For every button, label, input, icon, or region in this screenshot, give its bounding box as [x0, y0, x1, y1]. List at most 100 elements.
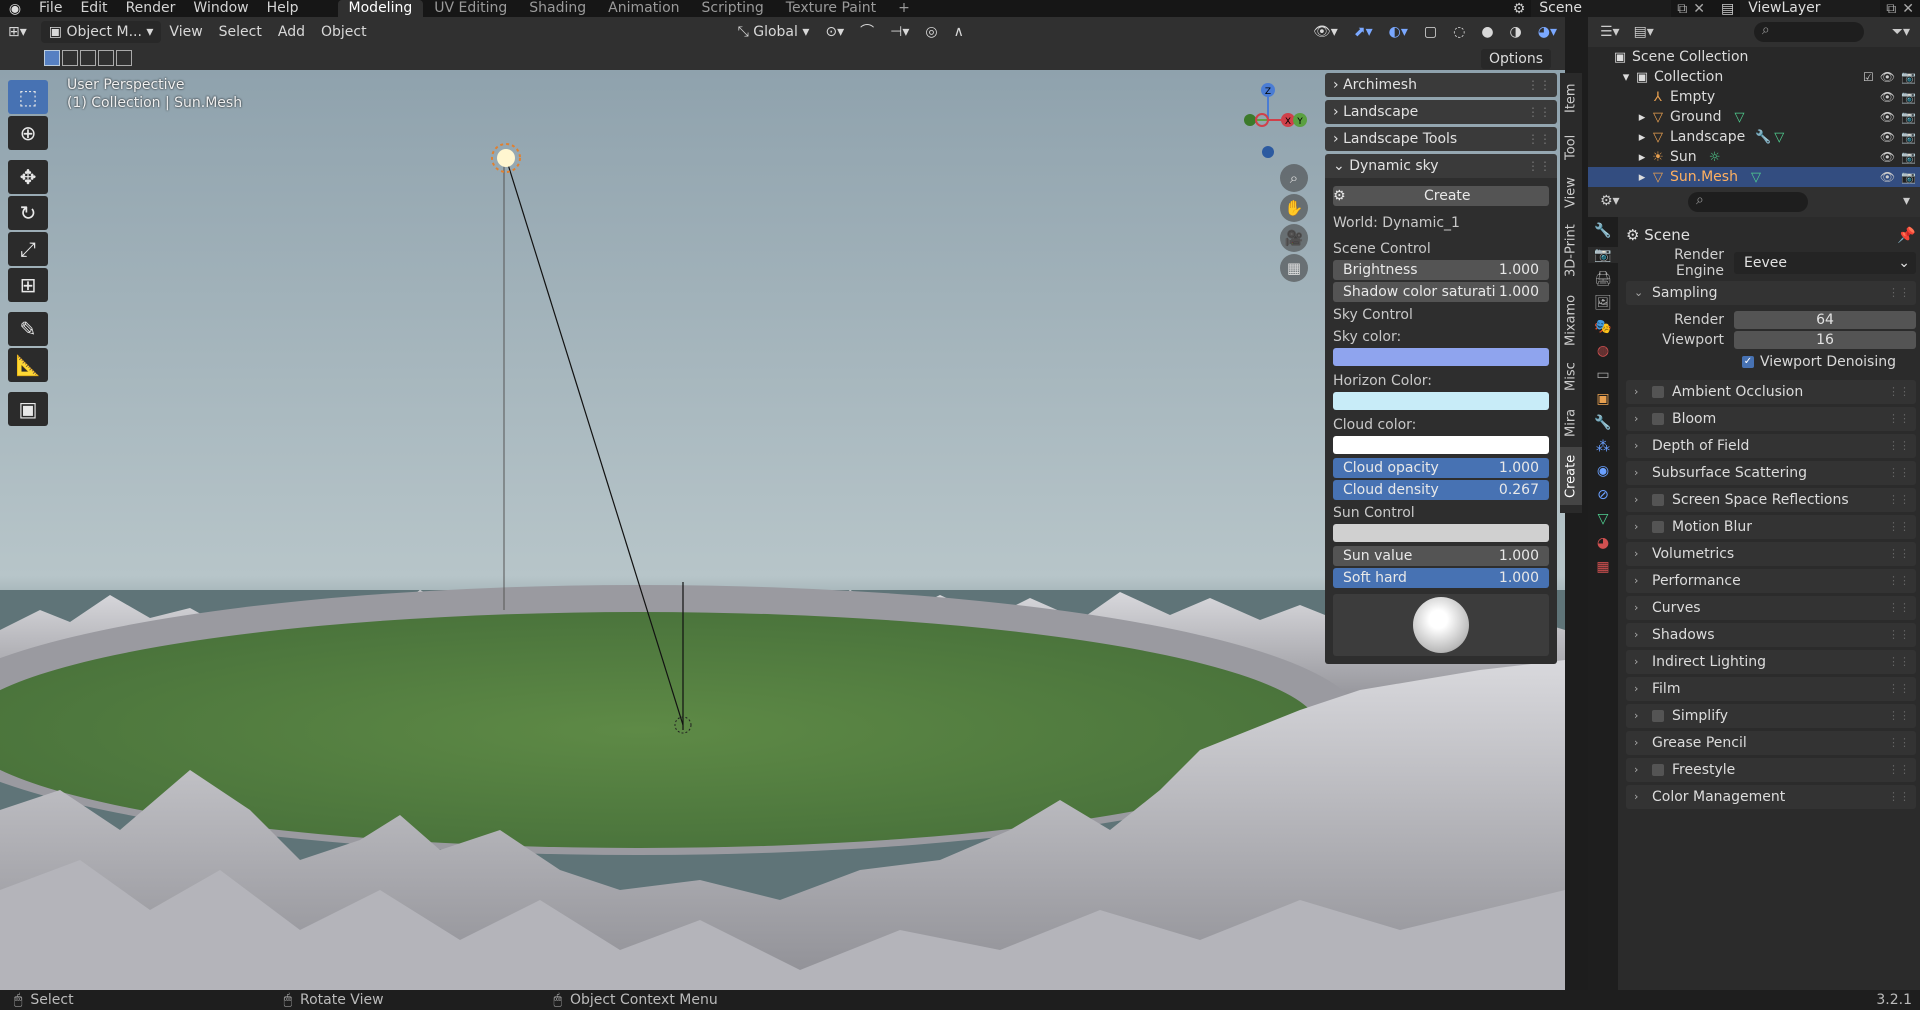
- move-tool-icon[interactable]: ✥: [8, 160, 48, 194]
- constraints-props-icon[interactable]: ⊘: [1597, 487, 1609, 503]
- tab-texture-paint[interactable]: Texture Paint: [775, 0, 887, 17]
- new-scene-icon[interactable]: ⧉: [1677, 1, 1687, 17]
- pivot-point-icon[interactable]: ⊙▾: [817, 17, 852, 47]
- menu-view[interactable]: View: [161, 17, 210, 47]
- tab-scripting[interactable]: Scripting: [691, 0, 775, 17]
- select-extend-icon[interactable]: [62, 50, 78, 66]
- shadow-saturation-slider[interactable]: Shadow color saturati 1.000: [1333, 282, 1549, 302]
- physics-props-icon[interactable]: ◉: [1597, 463, 1609, 479]
- blender-logo-icon[interactable]: ◉: [0, 0, 30, 17]
- properties-options-icon[interactable]: ▾: [1903, 193, 1910, 209]
- outliner-scene-collection[interactable]: ▣ Scene Collection: [1588, 47, 1920, 67]
- gizmo-neg-y[interactable]: [1244, 114, 1256, 126]
- eye-icon[interactable]: 👁: [1880, 90, 1895, 104]
- editor-type-icon[interactable]: ⊞▾: [0, 17, 35, 47]
- expand-arrow-icon[interactable]: ▾: [1618, 70, 1634, 85]
- xray-icon[interactable]: ▢: [1416, 17, 1445, 47]
- transform-orientation-dropdown[interactable]: ⤡ Global ▾: [730, 17, 818, 47]
- select-box-tool-icon[interactable]: ⬚: [8, 80, 48, 114]
- ortho-grid-icon[interactable]: ▦: [1280, 254, 1308, 282]
- world-props-icon[interactable]: ◍: [1597, 343, 1609, 359]
- cloud-density-slider[interactable]: Cloud density 0.267: [1333, 480, 1549, 500]
- scale-tool-icon[interactable]: ⤢: [8, 232, 48, 266]
- material-props-icon[interactable]: ◕: [1597, 535, 1609, 551]
- sun-color-swatch[interactable]: [1333, 524, 1549, 542]
- horizon-color-swatch[interactable]: [1333, 392, 1549, 410]
- section-ambient-occlusion[interactable]: › Ambient Occlusion ⋮⋮: [1626, 380, 1916, 404]
- shading-material-icon[interactable]: ◑: [1502, 17, 1530, 47]
- pan-hand-icon[interactable]: ✋: [1280, 194, 1308, 222]
- motion-blur-checkbox[interactable]: [1652, 521, 1664, 533]
- outliner-item-sun-mesh[interactable]: ▸ ▽ Sun.Mesh ▽ 👁 📷: [1588, 167, 1920, 187]
- camera-icon[interactable]: 📷: [1901, 70, 1916, 84]
- tool-props-icon[interactable]: 🔧: [1594, 223, 1611, 239]
- render-engine-dropdown[interactable]: Eevee ⌄: [1734, 252, 1916, 274]
- select-new-icon[interactable]: [44, 50, 60, 66]
- viewport-samples-field[interactable]: 16: [1734, 331, 1916, 349]
- gizmo-toggle-icon[interactable]: ⬈▾: [1346, 17, 1381, 47]
- scene-icon[interactable]: ⚙: [1513, 1, 1526, 17]
- camera-view-icon[interactable]: 🎥: [1280, 224, 1308, 252]
- outliner-item-empty[interactable]: ⅄ Empty 👁 📷: [1588, 87, 1920, 107]
- ssr-checkbox[interactable]: [1652, 494, 1664, 506]
- eye-icon[interactable]: 👁: [1880, 170, 1895, 184]
- snap-icon[interactable]: ⌒: [852, 17, 882, 47]
- delete-view-layer-icon[interactable]: ✕: [1902, 1, 1914, 17]
- tab-modeling[interactable]: Modeling: [337, 0, 424, 17]
- section-screen-space-reflections[interactable]: › Screen Space Reflections ⋮⋮: [1626, 488, 1916, 512]
- visibility-icon[interactable]: 👁▾: [1305, 17, 1346, 47]
- rotate-tool-icon[interactable]: ↻: [8, 196, 48, 230]
- tab-misc[interactable]: Misc: [1560, 355, 1582, 399]
- outliner-collection[interactable]: ▾ ▣ Collection ☑ 👁 📷: [1588, 67, 1920, 87]
- falloff-icon[interactable]: ∧: [946, 17, 972, 47]
- shading-wireframe-icon[interactable]: ◌: [1445, 17, 1473, 47]
- outliner-item-ground[interactable]: ▸ ▽ Ground ▽ 👁 📷: [1588, 107, 1920, 127]
- tab-uv-editing[interactable]: UV Editing: [423, 0, 518, 17]
- modifier-props-icon[interactable]: 🔧: [1594, 415, 1611, 431]
- shading-solid-icon[interactable]: ●: [1473, 17, 1501, 47]
- view-layer-icon[interactable]: ▤: [1721, 1, 1734, 17]
- sun-value-slider[interactable]: Sun value 1.000: [1333, 546, 1549, 566]
- render-samples-field[interactable]: 64: [1734, 311, 1916, 329]
- camera-icon[interactable]: 📷: [1901, 150, 1916, 164]
- render-props-icon[interactable]: 📷: [1588, 247, 1618, 263]
- eye-icon[interactable]: 👁: [1880, 130, 1895, 144]
- menu-add[interactable]: Add: [270, 17, 313, 47]
- menu-help[interactable]: Help: [258, 0, 308, 17]
- pin-icon[interactable]: 📌: [1897, 221, 1916, 249]
- cloud-color-swatch[interactable]: [1333, 436, 1549, 454]
- expand-arrow-icon[interactable]: ▸: [1634, 150, 1650, 165]
- add-workspace-button[interactable]: +: [887, 0, 921, 17]
- measure-tool-icon[interactable]: 📐: [8, 348, 48, 382]
- proportional-edit-icon[interactable]: ◎: [917, 17, 945, 47]
- tab-create[interactable]: Create: [1560, 447, 1582, 505]
- tab-view[interactable]: View: [1560, 171, 1582, 215]
- tab-shading[interactable]: Shading: [518, 0, 597, 17]
- section-color-management[interactable]: › Color Management ⋮⋮: [1626, 785, 1916, 809]
- tab-mixamo[interactable]: Mixamo: [1560, 287, 1582, 353]
- menu-select[interactable]: Select: [211, 17, 270, 47]
- viewport-denoising-checkbox[interactable]: ✓ Viewport Denoising: [1626, 350, 1916, 374]
- output-props-icon[interactable]: 🖨: [1594, 271, 1612, 287]
- camera-icon[interactable]: 📷: [1901, 110, 1916, 124]
- menu-edit[interactable]: Edit: [71, 0, 116, 17]
- annotate-tool-icon[interactable]: ✎: [8, 312, 48, 346]
- panel-archimesh[interactable]: › Archimesh ⋮⋮: [1325, 73, 1557, 97]
- properties-editor-icon[interactable]: ⚙▾: [1600, 193, 1620, 209]
- section-simplify[interactable]: › Simplify ⋮⋮: [1626, 704, 1916, 728]
- tab-animation[interactable]: Animation: [597, 0, 690, 17]
- options-dropdown[interactable]: Options: [1480, 49, 1551, 69]
- section-subsurface-scattering[interactable]: › Subsurface Scattering ⋮⋮: [1626, 461, 1916, 485]
- tab-tool[interactable]: Tool: [1560, 125, 1582, 169]
- section-grease-pencil[interactable]: › Grease Pencil ⋮⋮: [1626, 731, 1916, 755]
- properties-search-input[interactable]: ⌕: [1688, 192, 1808, 212]
- menu-object[interactable]: Object: [313, 17, 375, 47]
- soft-hard-slider[interactable]: Soft hard 1.000: [1333, 568, 1549, 588]
- section-film[interactable]: › Film ⋮⋮: [1626, 677, 1916, 701]
- display-mode-icon[interactable]: ▤▾: [1634, 24, 1654, 40]
- eye-icon[interactable]: 👁: [1880, 110, 1895, 124]
- menu-window[interactable]: Window: [184, 0, 257, 17]
- collection-props-icon[interactable]: ▭: [1596, 367, 1609, 383]
- new-view-layer-icon[interactable]: ⧉: [1886, 1, 1896, 17]
- panel-dynamic-sky[interactable]: ⌄ Dynamic sky ⋮⋮: [1325, 154, 1557, 178]
